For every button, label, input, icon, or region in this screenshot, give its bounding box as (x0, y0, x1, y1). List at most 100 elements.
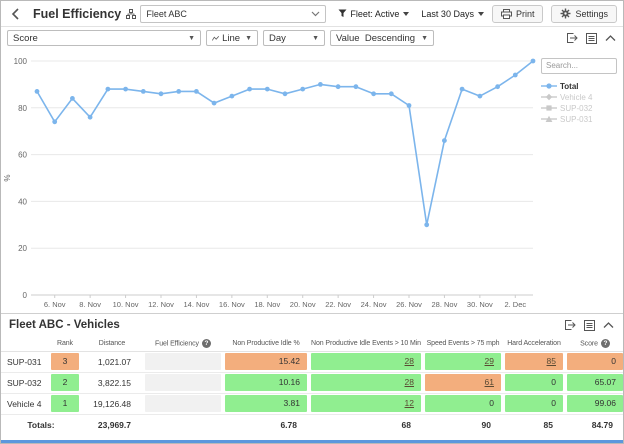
metric-select[interactable]: Score ▼ (7, 30, 201, 46)
caret-down-icon: ▼ (312, 35, 319, 42)
cell-speed-events: 0 (425, 395, 501, 412)
data-point[interactable] (460, 87, 465, 92)
gear-icon (560, 8, 571, 19)
x-tick-label: 28. Nov (431, 300, 457, 309)
vehicle-name[interactable]: SUP-031 (1, 351, 49, 372)
data-point[interactable] (230, 94, 235, 99)
cell-speed-events[interactable]: 61 (425, 374, 501, 391)
data-point[interactable] (424, 222, 429, 227)
data-point[interactable] (141, 89, 146, 94)
x-tick-label: 18. Nov (254, 300, 280, 309)
data-point[interactable] (88, 115, 93, 120)
sort-select[interactable]: Value Descending ▼ (330, 30, 434, 46)
vehicles-panel-title: Fleet ABC - Vehicles (9, 319, 120, 331)
fuel-efficiency-line-chart: 020406080100%6. Nov8. Nov10. Nov12. Nov1… (1, 49, 539, 313)
data-point[interactable] (70, 96, 75, 101)
legend-item-sup-032[interactable]: SUP-032 (541, 103, 619, 114)
data-point[interactable] (478, 94, 483, 99)
cell-hard-accel[interactable]: 85 (505, 353, 563, 370)
data-point[interactable] (265, 87, 270, 92)
chart-legend-toggle-button[interactable] (584, 31, 598, 45)
data-point[interactable] (389, 91, 394, 96)
collapse-table-button[interactable] (601, 318, 615, 332)
data-point[interactable] (52, 119, 57, 124)
chevron-left-icon (11, 8, 20, 20)
help-icon[interactable]: ? (202, 339, 211, 348)
filter-funnel-icon (338, 9, 347, 18)
cell-idle-events[interactable]: 28 (311, 374, 421, 391)
cell-fuel-efficiency (145, 374, 221, 391)
column-header-non-productive-idle-events-10-min[interactable]: Non Productive Idle Events > 10 Min (309, 336, 423, 351)
legend-search-input[interactable] (541, 58, 617, 74)
chart-type-select[interactable]: Line ▼ (206, 30, 258, 46)
cell-idle-events[interactable]: 28 (311, 353, 421, 370)
chart-toolbar: Score ▼ Line ▼ Day ▼ Value Descending ▼ (1, 27, 623, 49)
legend-item-sup-031[interactable]: SUP-031 (541, 114, 619, 125)
y-tick-label: 60 (18, 151, 27, 160)
data-point[interactable] (371, 91, 376, 96)
data-point[interactable] (35, 89, 40, 94)
y-tick-label: 80 (18, 104, 27, 113)
export-table-button[interactable] (563, 318, 577, 332)
legend-marker-icon (541, 81, 557, 91)
column-header-speed-events-75-mph[interactable]: Speed Events > 75 mph (423, 336, 503, 351)
legend-item-label: SUP-031 (560, 115, 592, 124)
export-icon (566, 32, 579, 44)
legend-item-label: Vehicle 4 (560, 93, 592, 102)
column-header-rank[interactable]: Rank (49, 336, 81, 351)
data-point[interactable] (336, 84, 341, 89)
back-button[interactable] (7, 6, 23, 22)
chevron-up-icon (605, 35, 616, 42)
column-header-non-productive-idle-[interactable]: Non Productive Idle % (223, 336, 309, 351)
data-point[interactable] (212, 101, 217, 106)
legend-item-vehicle-4[interactable]: Vehicle 4 (541, 92, 619, 103)
legend-item-label: Total (560, 82, 579, 91)
help-icon[interactable]: ? (601, 339, 610, 348)
data-point[interactable] (513, 73, 518, 78)
cell-rank: 1 (51, 395, 79, 412)
cell-score: 0 (567, 353, 623, 370)
column-header-fuel-efficiency[interactable]: Fuel Efficiency? (143, 336, 223, 351)
data-point[interactable] (495, 84, 500, 89)
fleet-filter-dropdown[interactable]: Fleet: Active (338, 9, 409, 19)
data-point[interactable] (531, 59, 536, 64)
date-range-dropdown[interactable]: Last 30 Days (421, 9, 484, 19)
y-tick-label: 40 (18, 197, 27, 206)
export-chart-button[interactable] (565, 31, 579, 45)
column-header-hard-acceleration[interactable]: Hard Acceleration (503, 336, 565, 351)
data-point[interactable] (159, 91, 164, 96)
data-point[interactable] (176, 89, 181, 94)
table-options-button[interactable] (582, 318, 596, 332)
cell-speed-events[interactable]: 29 (425, 353, 501, 370)
total-idle-events: 68 (309, 414, 423, 436)
data-point[interactable] (442, 138, 447, 143)
data-point[interactable] (106, 87, 111, 92)
settings-button[interactable]: Settings (551, 5, 617, 23)
data-point[interactable] (194, 89, 199, 94)
print-button[interactable]: Print (492, 5, 544, 23)
interval-select[interactable]: Day ▼ (263, 30, 325, 46)
y-axis-label: % (3, 174, 12, 181)
totals-row: Totals:23,969.76.7868908584.79 (1, 414, 624, 436)
data-point[interactable] (354, 84, 359, 89)
legend-marker-icon (541, 92, 557, 102)
data-point[interactable] (318, 82, 323, 87)
vehicle-name[interactable]: SUP-032 (1, 372, 49, 393)
cell-idle-events[interactable]: 12 (311, 395, 421, 412)
data-point[interactable] (407, 103, 412, 108)
total-idle-pct: 6.78 (223, 414, 309, 436)
data-point[interactable] (283, 91, 288, 96)
fleet-select[interactable]: Fleet ABC (140, 5, 326, 23)
data-point[interactable] (247, 87, 252, 92)
date-range-label: Last 30 Days (421, 9, 474, 19)
column-header-distance[interactable]: Distance (81, 336, 143, 351)
x-tick-label: 24. Nov (361, 300, 387, 309)
cell-fuel-efficiency (145, 353, 221, 370)
data-point[interactable] (123, 87, 128, 92)
collapse-chart-button[interactable] (603, 31, 617, 45)
legend-item-total[interactable]: Total (541, 81, 619, 92)
data-point[interactable] (300, 87, 305, 92)
column-header-score[interactable]: Score? (565, 336, 624, 351)
sort-value: Value Descending (336, 33, 416, 44)
vehicle-name[interactable]: Vehicle 4 (1, 393, 49, 414)
